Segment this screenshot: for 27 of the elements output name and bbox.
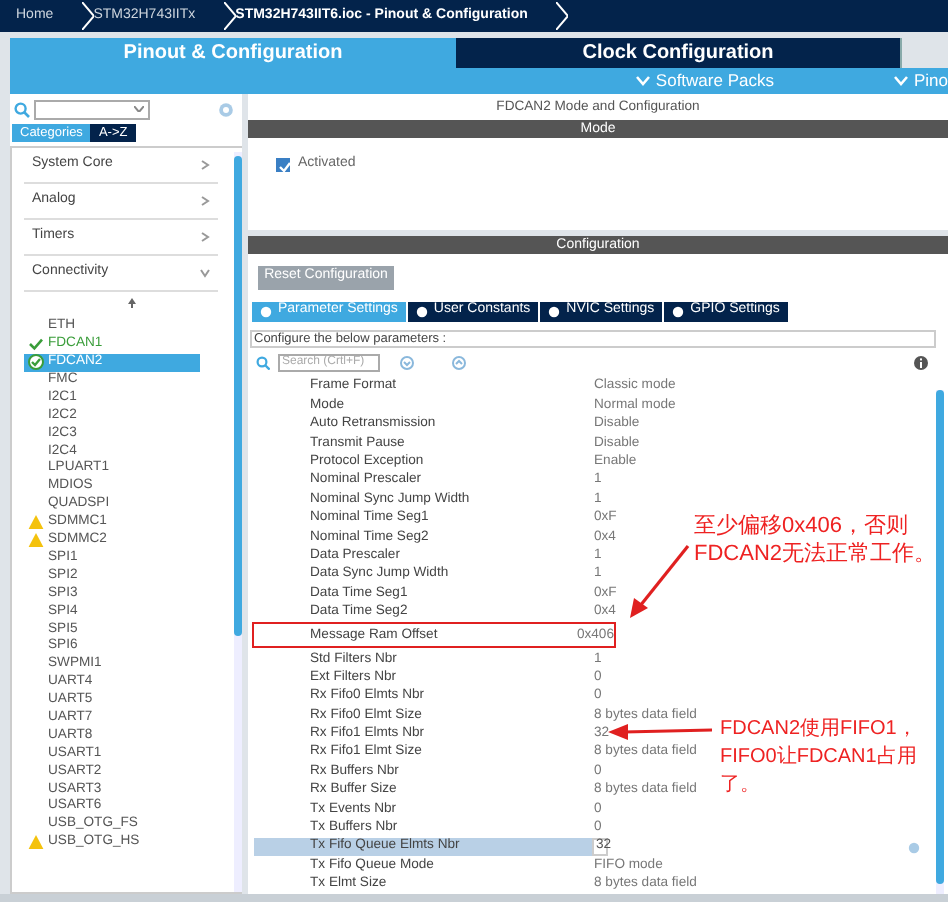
scrollbar-thumb[interactable]	[936, 389, 944, 884]
annotation-text: 了。	[720, 772, 760, 800]
scrollbar-thumb[interactable]	[234, 156, 242, 636]
check-icon	[278, 160, 292, 175]
chevron-down-icon	[893, 76, 908, 86]
collapse-icon[interactable]	[452, 355, 466, 370]
expand-icon[interactable]	[400, 355, 414, 370]
arrow	[608, 724, 712, 740]
chevron-icon	[81, 2, 94, 30]
annotation-text: FDCAN2使用FIFO1，	[720, 716, 917, 744]
check-circle-icon	[28, 354, 44, 371]
up-arrow-icon	[128, 298, 136, 308]
annotation-text: FDCAN2无法正常工作。	[694, 540, 937, 568]
info-icon[interactable]	[914, 355, 928, 370]
chevron-icon	[555, 2, 568, 30]
search-icon	[256, 355, 270, 370]
chevron-icon	[223, 2, 236, 30]
search-icon	[14, 101, 30, 117]
chevron-down-icon	[635, 76, 650, 86]
annotation-text: 至少偏移0x406，否则	[694, 512, 908, 540]
search-dropdown[interactable]	[34, 99, 150, 119]
check-icon	[28, 336, 44, 353]
main-tab[interactable]: Clock Configuration	[456, 38, 902, 68]
arrow	[628, 544, 692, 620]
warning-icon	[28, 834, 44, 851]
caret-icon	[134, 106, 144, 112]
annotation-text: FIFO0让FDCAN1占用	[720, 744, 917, 772]
